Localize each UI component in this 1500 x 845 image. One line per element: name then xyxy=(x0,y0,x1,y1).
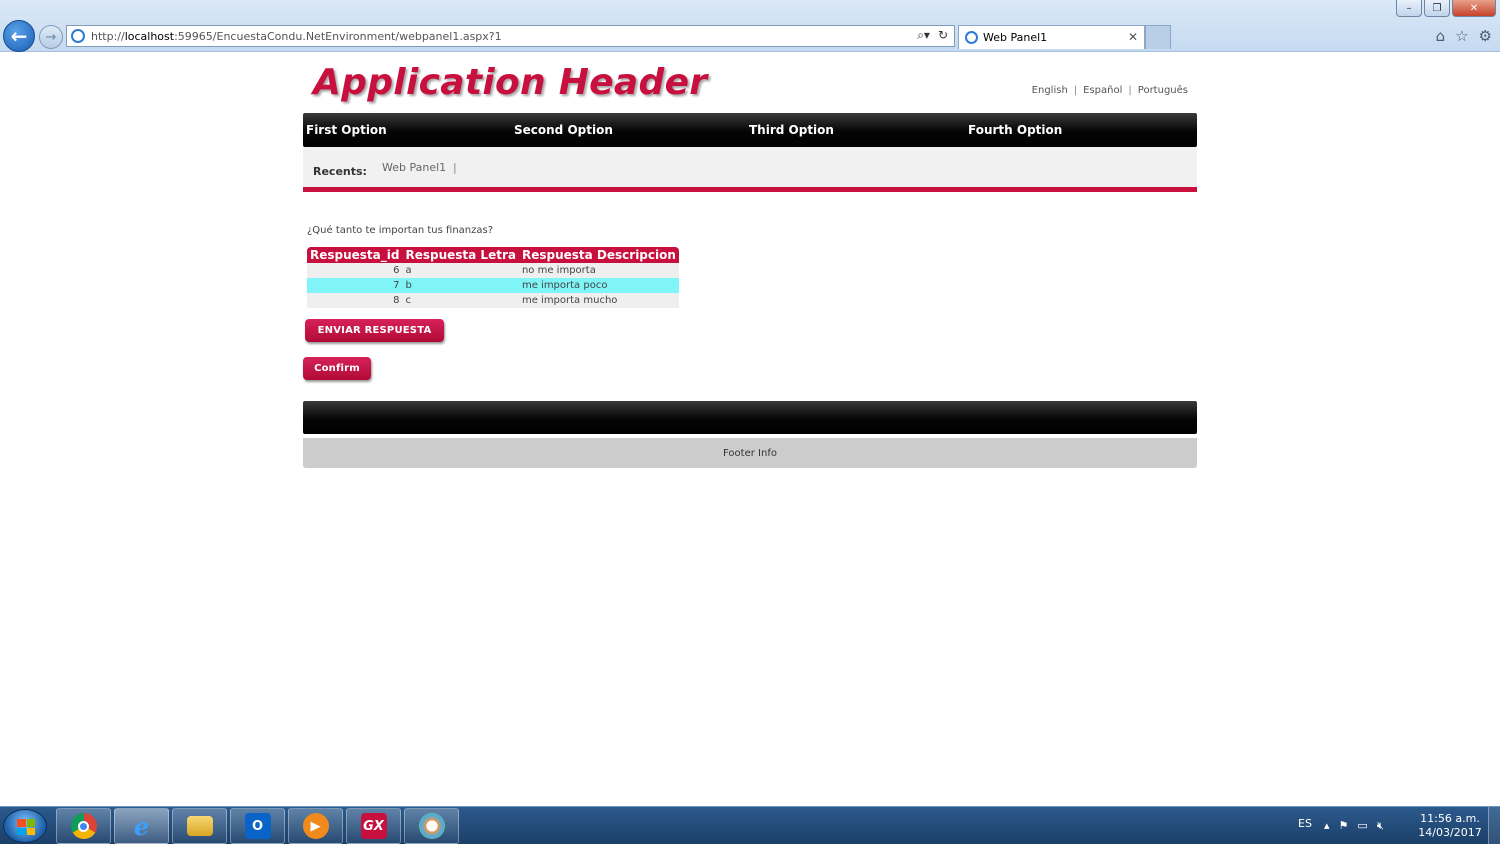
tab-close-icon[interactable]: ✕ xyxy=(1128,30,1138,44)
menu-item-third[interactable]: Third Option xyxy=(749,123,834,137)
menu-item-first[interactable]: First Option xyxy=(306,123,387,137)
url-path: :59965/EncuestaCondu.NetEnvironment/webp… xyxy=(174,29,502,43)
taskbar-outlook[interactable]: O xyxy=(230,808,285,844)
clock-date: 14/03/2017 xyxy=(1418,826,1482,839)
media-player-icon: ▶ xyxy=(302,813,329,839)
forward-button[interactable]: → xyxy=(39,25,63,49)
footer-bar xyxy=(303,401,1197,434)
tray-icons: ▴ ⚑ ▭ 🔇︎ xyxy=(1324,819,1384,833)
outlook-icon: O xyxy=(244,813,271,839)
taskbar-file-explorer[interactable] xyxy=(172,808,227,844)
cell-letra: c xyxy=(402,293,519,308)
cell-letra: b xyxy=(402,278,519,293)
ie-tab-icon xyxy=(965,31,978,44)
tab-title: Web Panel1 xyxy=(983,31,1048,44)
genexus-icon: GX xyxy=(360,813,387,839)
forward-arrow-icon: → xyxy=(45,29,57,45)
taskbar-paint[interactable] xyxy=(404,808,459,844)
favorites-star-icon[interactable]: ☆ xyxy=(1455,27,1468,45)
show-hidden-icons-icon[interactable]: ▴ xyxy=(1324,819,1330,833)
close-window-button[interactable]: ✕ xyxy=(1452,0,1496,17)
paint-icon xyxy=(418,813,445,839)
network-icon[interactable]: ▭ xyxy=(1357,819,1367,833)
refresh-icon[interactable]: ↻ xyxy=(938,28,948,43)
settings-gear-icon[interactable]: ⚙ xyxy=(1479,27,1492,45)
send-answer-button[interactable]: ENVIAR RESPUESTA xyxy=(305,319,444,342)
taskbar-chrome[interactable] xyxy=(56,808,111,844)
taskbar-internet-explorer[interactable]: e xyxy=(114,808,169,844)
lang-separator: | xyxy=(1128,85,1132,96)
recents-bar: Recents: Web Panel1 | xyxy=(303,147,1197,192)
col-respuesta-letra: Respuesta Letra xyxy=(402,247,519,263)
col-respuesta-descripcion: Respuesta Descripcion xyxy=(518,247,679,263)
chrome-toolbar-icons: ⌂ ☆ ⚙ xyxy=(1436,27,1492,45)
cell-descripcion: no me importa xyxy=(518,263,679,278)
page-container: Application Header English | Español | P… xyxy=(303,52,1197,468)
menu-item-fourth[interactable]: Fourth Option xyxy=(968,123,1062,137)
table-row-selected[interactable]: 7 b me importa poco xyxy=(307,278,679,293)
windows-logo-icon xyxy=(17,819,35,835)
browser-chrome: – ❐ ✕ ← → http://localhost:59965/Encuest… xyxy=(0,0,1500,52)
address-bar[interactable]: http://localhost:59965/EncuestaCondu.Net… xyxy=(66,25,955,47)
recent-link-web-panel1[interactable]: Web Panel1 xyxy=(382,161,446,174)
cell-id: 8 xyxy=(307,293,403,308)
lang-english[interactable]: English xyxy=(1032,85,1068,96)
new-tab-button[interactable] xyxy=(1145,25,1171,49)
language-indicator[interactable]: ES xyxy=(1298,817,1312,830)
lang-separator: | xyxy=(1073,85,1078,96)
taskbar: e O ▶ GX ES ▴ ⚑ ▭ 🔇︎ 11:56 a.m. 14/03/20… xyxy=(0,806,1500,845)
folder-icon xyxy=(186,816,213,836)
language-selector: English | Español | Português xyxy=(1032,85,1188,96)
cell-descripcion: me importa mucho xyxy=(518,293,679,308)
footer-info: Footer Info xyxy=(303,438,1197,468)
cell-letra: a xyxy=(402,263,519,278)
col-respuesta-id: Respuesta_id xyxy=(307,247,403,263)
window-controls: – ❐ ✕ xyxy=(1396,0,1496,17)
recents-label: Recents: xyxy=(313,165,367,178)
survey-question: ¿Qué tanto te importan tus finanzas? xyxy=(307,225,494,236)
app-title: Application Header xyxy=(313,62,708,103)
minimize-button[interactable]: – xyxy=(1396,0,1422,17)
clock[interactable]: 11:56 a.m. 14/03/2017 xyxy=(1415,812,1485,840)
start-button[interactable] xyxy=(3,809,47,843)
back-button[interactable]: ← xyxy=(3,20,35,52)
lang-portugues[interactable]: Português xyxy=(1138,85,1188,96)
address-tools: ⌕▾ ↻ xyxy=(917,28,948,43)
table-row[interactable]: 8 c me importa mucho xyxy=(307,293,679,308)
chrome-icon xyxy=(70,813,97,839)
tab-web-panel1[interactable]: Web Panel1 ✕ xyxy=(958,25,1145,49)
ie-page-icon xyxy=(71,29,85,43)
grid-header-row: Respuesta_id Respuesta Letra Respuesta D… xyxy=(307,247,679,263)
answers-grid: Respuesta_id Respuesta Letra Respuesta D… xyxy=(307,247,679,308)
ie-icon: e xyxy=(133,811,150,841)
cell-id: 6 xyxy=(307,263,403,278)
app-header: Application Header English | Español | P… xyxy=(303,52,1197,113)
recents-separator: | xyxy=(453,161,457,174)
table-row[interactable]: 6 a no me importa xyxy=(307,263,679,278)
restore-button[interactable]: ❐ xyxy=(1424,0,1450,17)
cell-descripcion: me importa poco xyxy=(518,278,679,293)
back-arrow-icon: ← xyxy=(10,24,28,48)
url-host: localhost xyxy=(124,29,175,43)
action-center-flag-icon[interactable]: ⚑ xyxy=(1339,819,1349,833)
taskbar-media-player[interactable]: ▶ xyxy=(288,808,343,844)
url-prefix: http:// xyxy=(91,29,125,43)
home-icon[interactable]: ⌂ xyxy=(1436,27,1446,45)
volume-muted-icon[interactable]: 🔇︎ xyxy=(1377,819,1384,833)
main-menu: First Option Second Option Third Option … xyxy=(303,113,1197,147)
confirm-button[interactable]: Confirm xyxy=(303,357,371,380)
clock-time: 11:56 a.m. xyxy=(1420,812,1480,825)
cell-id: 7 xyxy=(307,278,403,293)
search-icon[interactable]: ⌕▾ xyxy=(917,28,930,43)
menu-item-second[interactable]: Second Option xyxy=(514,123,613,137)
lang-espanol[interactable]: Español xyxy=(1083,85,1122,96)
taskbar-genexus[interactable]: GX xyxy=(346,808,401,844)
show-desktop-button[interactable] xyxy=(1488,807,1500,845)
